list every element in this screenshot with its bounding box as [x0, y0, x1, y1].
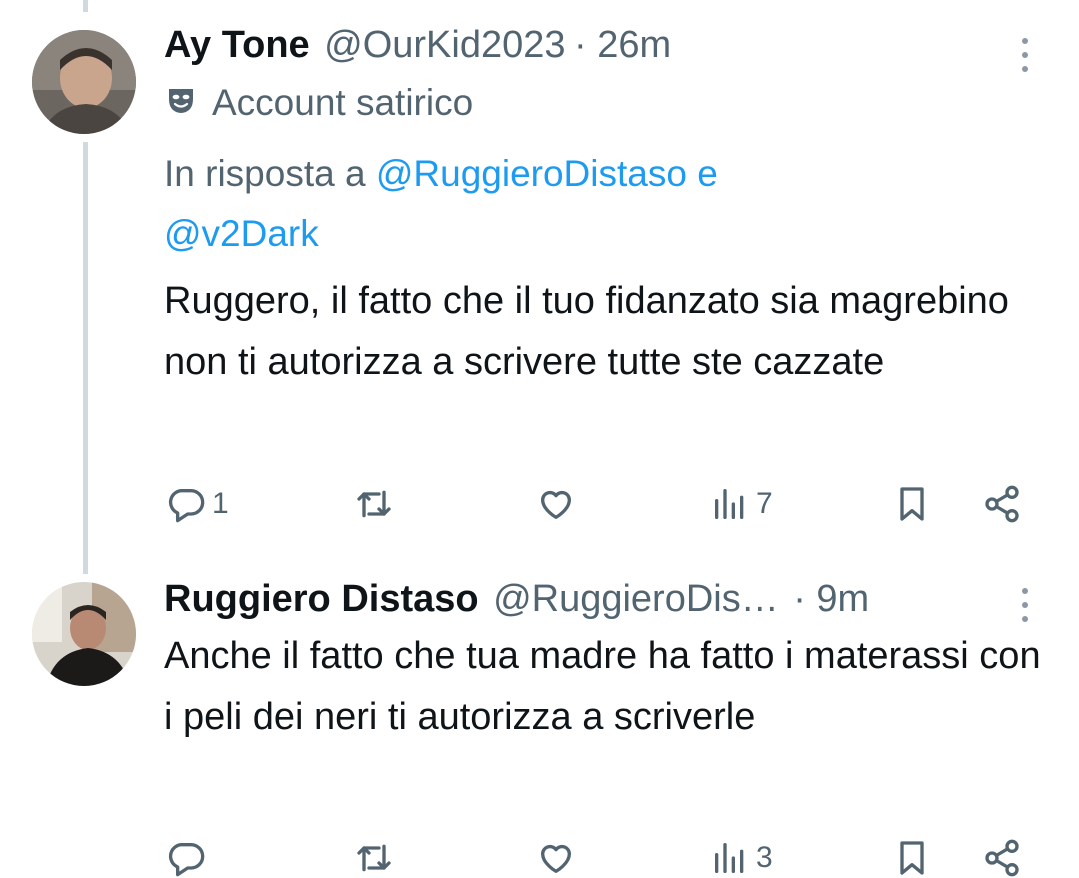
heart-icon	[536, 484, 576, 524]
views-button[interactable]: 3	[710, 838, 773, 878]
views-icon	[710, 484, 750, 524]
bookmark-icon	[892, 484, 932, 524]
user-handle[interactable]: @RuggieroDis…	[493, 578, 779, 620]
bookmark-button[interactable]	[892, 838, 932, 878]
avatar[interactable]	[32, 30, 136, 134]
retweet-button[interactable]	[354, 484, 400, 524]
more-icon[interactable]	[1022, 38, 1028, 72]
reply-button[interactable]: 1	[166, 484, 229, 524]
timestamp[interactable]: · 9m	[793, 578, 869, 620]
share-icon	[982, 838, 1022, 878]
reply-icon	[166, 838, 206, 878]
bookmark-button[interactable]	[892, 484, 932, 524]
like-button[interactable]	[536, 838, 582, 878]
thread-line-top	[83, 0, 88, 12]
tweet-header: Ay Tone @OurKid2023 · 26m	[164, 24, 671, 67]
reply-joiner: e	[697, 153, 718, 194]
bookmark-icon	[892, 838, 932, 878]
heart-icon	[536, 838, 576, 878]
reply-prefix: In risposta a	[164, 153, 366, 194]
views-count: 7	[756, 487, 773, 520]
retweet-icon	[354, 484, 394, 524]
avatar[interactable]	[32, 582, 136, 686]
reply-button[interactable]	[166, 838, 212, 878]
account-label: Account satirico	[166, 82, 473, 124]
mask-icon	[166, 82, 196, 124]
display-name[interactable]: Ay Tone	[164, 24, 310, 66]
reply-mention-link[interactable]: @RuggieroDistaso	[376, 153, 687, 194]
user-handle[interactable]: @OurKid2023	[324, 24, 565, 66]
share-button[interactable]	[982, 484, 1022, 524]
tweet-header: Ruggiero Distaso @RuggieroDis… · 9m	[164, 578, 869, 621]
retweet-button[interactable]	[354, 838, 400, 878]
like-button[interactable]	[536, 484, 582, 524]
account-label-text: Account satirico	[212, 82, 474, 123]
reply-icon	[166, 484, 206, 524]
views-count: 3	[756, 841, 773, 874]
share-icon	[982, 484, 1022, 524]
reply-context: In risposta a @RuggieroDistaso e @v2Dark	[164, 144, 718, 264]
reply-count: 1	[212, 487, 229, 520]
tweet-text: Anche il fatto che tua madre ha fatto i …	[164, 635, 1041, 738]
share-button[interactable]	[982, 838, 1022, 878]
tweet-text: Ruggero, il fatto che il tuo fidanzato s…	[164, 280, 1009, 383]
more-icon[interactable]	[1022, 588, 1028, 622]
reply-mention-link[interactable]: @v2Dark	[164, 213, 319, 254]
retweet-icon	[354, 838, 394, 878]
display-name[interactable]: Ruggiero Distaso	[164, 578, 479, 620]
thread-line	[83, 142, 88, 574]
timestamp[interactable]: · 26m	[574, 24, 671, 66]
views-button[interactable]: 7	[710, 484, 773, 524]
views-icon	[710, 838, 750, 878]
